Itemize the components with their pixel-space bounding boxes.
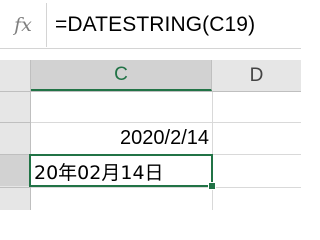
selected-row-header[interactable] — [0, 154, 31, 186]
insert-function-icon[interactable]: fx — [0, 3, 47, 47]
row-header-divider — [0, 154, 31, 155]
row-header-divider — [0, 122, 31, 123]
column-header-c[interactable]: C — [31, 60, 212, 91]
column-header-d[interactable]: D — [212, 60, 301, 91]
cell-c20-active[interactable]: 20年02月14日 — [31, 155, 212, 187]
row-header-strip[interactable] — [0, 92, 31, 210]
formula-input[interactable]: =DATESTRING(C19) — [55, 5, 299, 45]
spreadsheet-window: fx =DATESTRING(C19) C D 2020/2/14 20年02月… — [0, 0, 301, 210]
row-header-divider — [0, 187, 31, 188]
formula-gap — [0, 49, 301, 60]
select-all-corner[interactable] — [0, 60, 31, 91]
cell-c19[interactable]: 2020/2/14 — [31, 123, 209, 153]
formula-bar: fx =DATESTRING(C19) — [0, 0, 301, 48]
fill-handle[interactable] — [208, 182, 216, 190]
column-header-row: C D — [0, 60, 301, 92]
gridline-column — [212, 92, 213, 210]
gridline-row — [31, 187, 301, 188]
